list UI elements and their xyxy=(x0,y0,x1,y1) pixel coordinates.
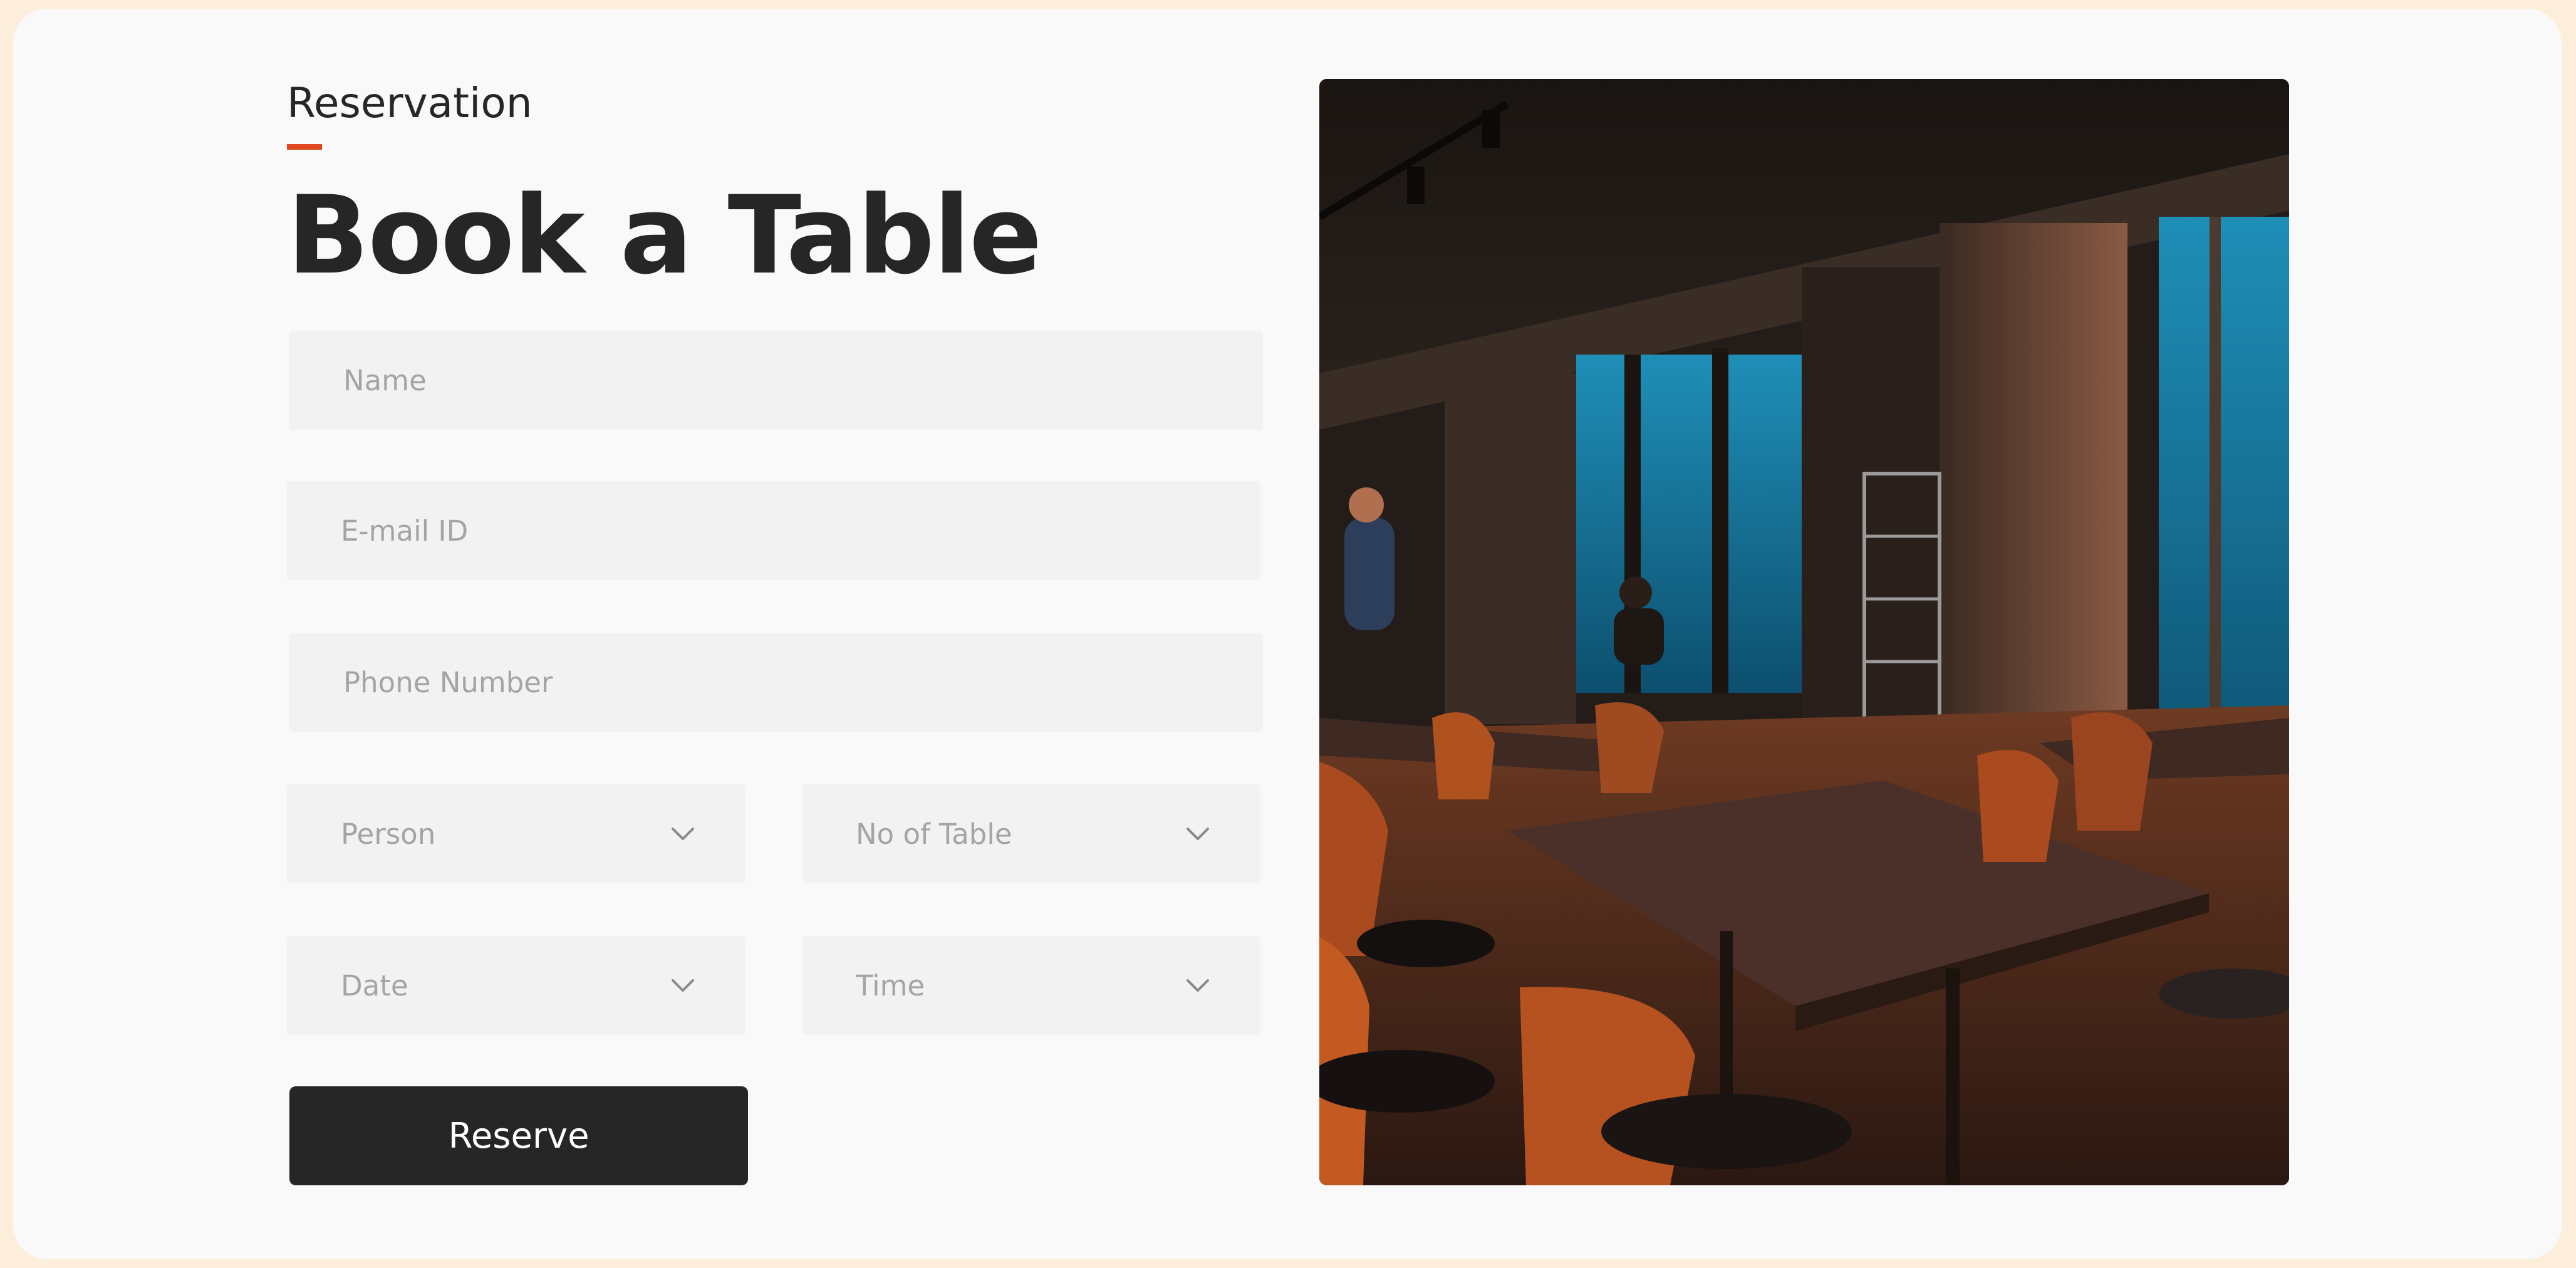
phone-field[interactable]: Phone Number xyxy=(289,633,1263,732)
chevron-down-icon[interactable] xyxy=(1185,977,1210,994)
email-placeholder: E-mail ID xyxy=(341,514,469,548)
page-title: Book a Table xyxy=(287,172,1042,298)
restaurant-photo xyxy=(1319,79,2289,1185)
time-select[interactable]: Time xyxy=(802,936,1260,1035)
person-select[interactable]: Person xyxy=(287,784,745,883)
date-select[interactable]: Date xyxy=(287,936,745,1035)
reserve-button[interactable]: Reserve xyxy=(289,1086,748,1185)
email-field[interactable]: E-mail ID xyxy=(287,481,1260,580)
restaurant-interior-image xyxy=(1319,79,2289,1185)
chevron-down-icon[interactable] xyxy=(670,977,695,994)
time-placeholder: Time xyxy=(856,969,925,1002)
phone-placeholder: Phone Number xyxy=(343,665,553,699)
name-field[interactable]: Name xyxy=(289,331,1263,430)
chevron-down-icon[interactable] xyxy=(1185,826,1210,842)
section-eyebrow: Reservation xyxy=(287,79,532,127)
tables-select[interactable]: No of Table xyxy=(802,784,1260,883)
chevron-down-icon[interactable] xyxy=(670,826,695,842)
name-placeholder: Name xyxy=(343,363,427,397)
eyebrow-accent-bar xyxy=(287,144,322,150)
date-placeholder: Date xyxy=(341,969,408,1002)
person-placeholder: Person xyxy=(341,817,436,851)
tables-placeholder: No of Table xyxy=(856,817,1012,851)
